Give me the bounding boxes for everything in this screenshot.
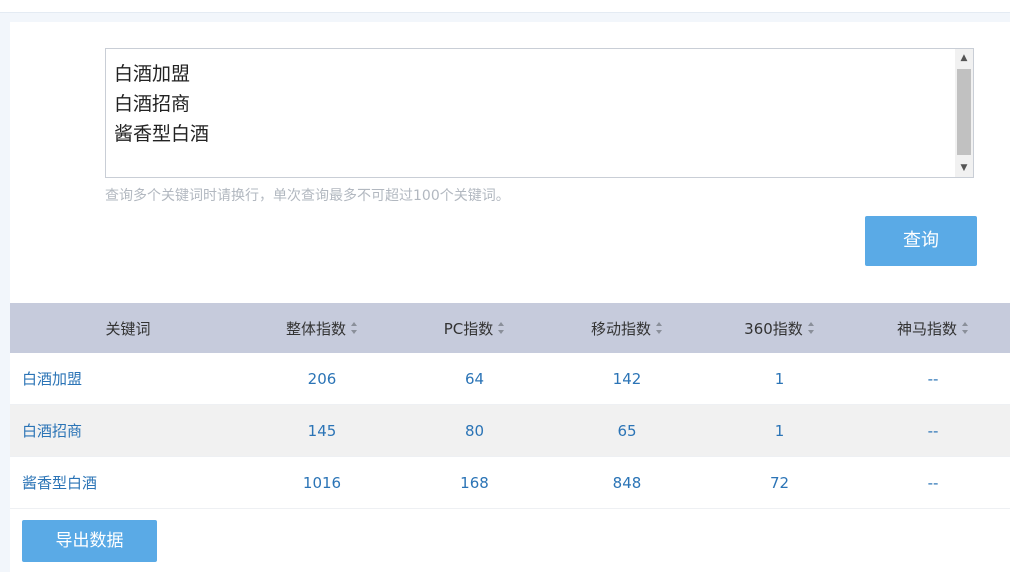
table-row: 酱香型白酒 1016 168 848 72 -- xyxy=(10,457,1010,509)
keyword-line: 白酒加盟 xyxy=(114,63,191,85)
mobile-index-cell: 65 xyxy=(617,421,637,440)
top-strip xyxy=(0,0,1010,13)
index-360-cell: 1 xyxy=(774,369,785,388)
shenma-index-cell: -- xyxy=(927,421,939,440)
sort-icon[interactable] xyxy=(656,322,663,334)
keyword-link[interactable]: 白酒加盟 xyxy=(10,353,246,404)
keywords-textarea[interactable]: 白酒加盟 白酒招商 酱香型白酒 ▲ ▼ xyxy=(105,48,974,178)
overall-index-cell: 145 xyxy=(307,421,337,440)
col-header-label: 360指数 xyxy=(744,319,803,338)
scroll-thumb[interactable] xyxy=(957,69,971,155)
col-header-pc[interactable]: PC指数 xyxy=(398,303,551,353)
keyword-link[interactable]: 酱香型白酒 xyxy=(10,457,246,508)
overall-index-cell: 206 xyxy=(307,369,337,388)
input-hint: 查询多个关键词时请换行，单次查询最多不可超过100个关键词。 xyxy=(105,188,510,204)
col-header-360[interactable]: 360指数 xyxy=(703,303,856,353)
keyword-link[interactable]: 白酒招商 xyxy=(10,405,246,456)
mobile-index-cell: 848 xyxy=(612,473,642,492)
table-header: 关键词 整体指数 PC指数 移动指数 360指数 神马指数 xyxy=(10,303,1010,353)
index-360-cell: 72 xyxy=(769,473,790,492)
col-header-mobile[interactable]: 移动指数 xyxy=(551,303,703,353)
sort-icon[interactable] xyxy=(807,322,815,334)
scroll-down-arrow-icon[interactable]: ▼ xyxy=(955,159,973,177)
query-panel: 白酒加盟 白酒招商 酱香型白酒 ▲ ▼ 查询多个关键词时请换行，单次查询最多不可… xyxy=(10,22,1010,572)
keywords-lines: 白酒加盟 白酒招商 酱香型白酒 xyxy=(114,59,209,149)
textarea-scrollbar[interactable]: ▲ ▼ xyxy=(955,49,973,177)
sort-icon[interactable] xyxy=(351,322,358,334)
shenma-index-cell: -- xyxy=(927,473,939,492)
col-header-label: 神马指数 xyxy=(896,319,957,338)
scroll-up-arrow-icon[interactable]: ▲ xyxy=(955,49,973,67)
table-row: 白酒加盟 206 64 142 1 -- xyxy=(10,353,1010,405)
col-header-keyword: 关键词 xyxy=(10,303,246,353)
keyword-line: 酱香型白酒 xyxy=(114,123,210,145)
shenma-index-cell: -- xyxy=(927,369,939,388)
mobile-index-cell: 142 xyxy=(612,369,642,388)
query-button[interactable]: 查询 xyxy=(865,216,977,266)
col-header-label: 关键词 xyxy=(105,319,151,338)
pc-index-cell: 64 xyxy=(464,369,485,388)
pc-index-cell: 80 xyxy=(464,421,485,440)
col-header-label: 整体指数 xyxy=(285,319,346,338)
table-row: 白酒招商 145 80 65 1 -- xyxy=(10,405,1010,457)
pc-index-cell: 168 xyxy=(460,473,489,492)
col-header-label: PC指数 xyxy=(443,319,494,338)
sort-icon[interactable] xyxy=(962,322,969,334)
index-360-cell: 1 xyxy=(774,421,785,440)
col-header-shenma[interactable]: 神马指数 xyxy=(856,303,1010,353)
sort-icon[interactable] xyxy=(498,322,505,334)
overall-index-cell: 1016 xyxy=(302,473,342,492)
col-header-overall[interactable]: 整体指数 xyxy=(246,303,398,353)
results-table: 关键词 整体指数 PC指数 移动指数 360指数 神马指数 白酒加盟 206 6… xyxy=(10,303,1010,509)
export-data-button[interactable]: 导出数据 xyxy=(22,520,157,562)
keyword-line: 白酒招商 xyxy=(114,93,191,115)
col-header-label: 移动指数 xyxy=(590,319,651,338)
